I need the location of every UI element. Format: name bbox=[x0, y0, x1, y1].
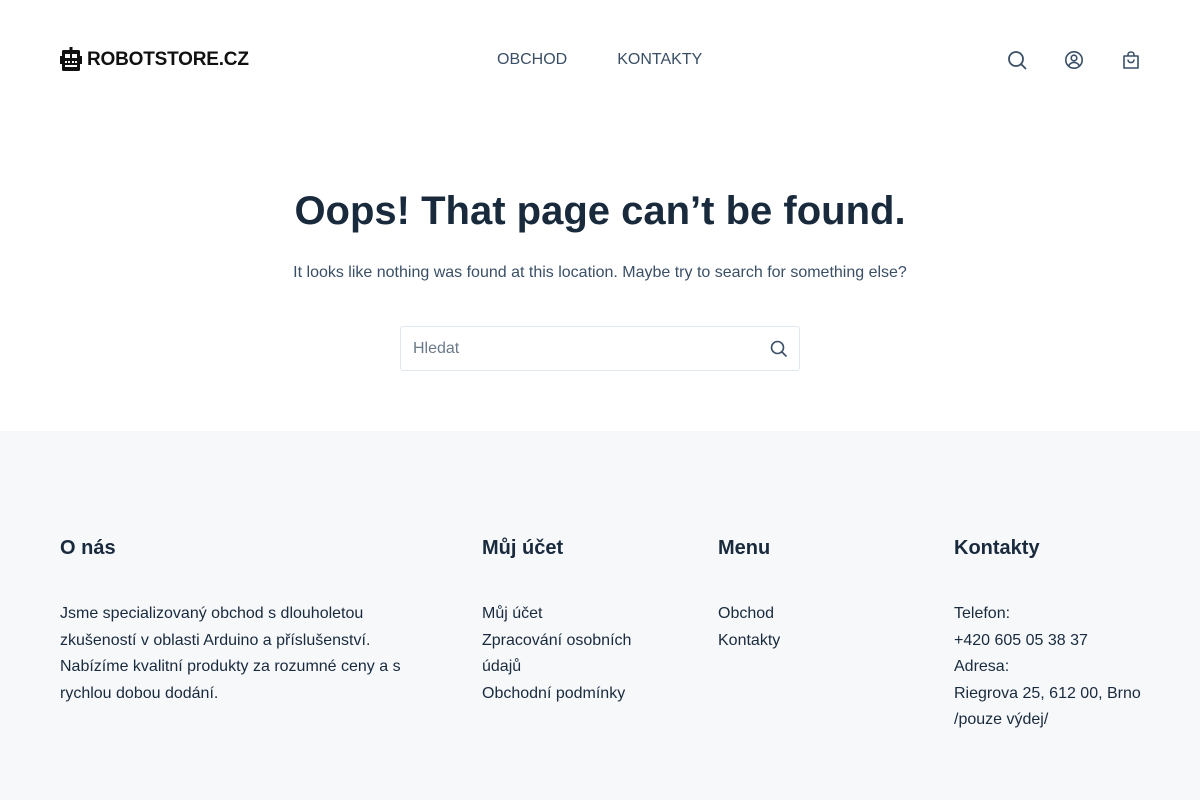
site-footer: O nás Jsme specializovaný obchod s dlouh… bbox=[0, 431, 1200, 800]
main-nav: OBCHOD KONTAKTY bbox=[472, 49, 727, 71]
footer-about-text: Jsme specializovaný obchod s dlouholetou… bbox=[60, 605, 401, 702]
search-form bbox=[400, 326, 800, 371]
error-content: Oops! That page can’t be found. It looks… bbox=[0, 120, 1200, 431]
footer-contacts-body: Telefon: +420 605 05 38 37 Adresa: Riegr… bbox=[954, 601, 1144, 734]
site-header: ROBOTSTORE.CZ OBCHOD KONTAKTY bbox=[0, 0, 1200, 120]
robot-logo-icon bbox=[60, 47, 82, 71]
logo-text: ROBOTSTORE.CZ bbox=[87, 49, 249, 70]
footer-account-links: Můj účet Zpracování osobních údajů Obcho… bbox=[482, 601, 662, 707]
phone-number[interactable]: +420 605 05 38 37 bbox=[954, 628, 1144, 655]
footer-menu-links: Obchod Kontakty bbox=[718, 601, 898, 654]
page-title: Oops! That page can’t be found. bbox=[294, 189, 906, 233]
footer-contacts-heading: Kontakty bbox=[954, 537, 1040, 559]
site-logo[interactable]: ROBOTSTORE.CZ bbox=[60, 47, 249, 72]
search-input[interactable] bbox=[401, 327, 751, 370]
address-text: Riegrova 25, 612 00, Brno bbox=[954, 684, 1141, 702]
nav-item-obchod[interactable]: OBCHOD bbox=[472, 49, 592, 71]
footer-link-obchod[interactable]: Obchod bbox=[718, 601, 898, 628]
page-subtitle: It looks like nothing was found at this … bbox=[293, 264, 907, 281]
phone-label: Telefon: bbox=[954, 605, 1011, 622]
account-icon[interactable] bbox=[1064, 50, 1084, 70]
search-icon[interactable] bbox=[1007, 50, 1027, 70]
address-note: /pouze výdej/ bbox=[954, 711, 1049, 728]
footer-account-heading: Můj účet bbox=[482, 537, 564, 559]
footer-link-muj-ucet[interactable]: Můj účet bbox=[482, 601, 662, 628]
footer-menu-heading: Menu bbox=[718, 537, 771, 559]
footer-link-kontakty[interactable]: Kontakty bbox=[718, 628, 898, 655]
search-button[interactable] bbox=[770, 340, 787, 357]
footer-link-obchodni-podminky[interactable]: Obchodní podmínky bbox=[482, 681, 662, 708]
address-label: Adresa: bbox=[954, 658, 1010, 675]
footer-link-zpracovani-udaju[interactable]: Zpracování osobních údajů bbox=[482, 628, 662, 681]
search-icon bbox=[770, 340, 787, 357]
cart-icon[interactable] bbox=[1121, 50, 1141, 70]
nav-item-kontakty[interactable]: KONTAKTY bbox=[592, 49, 727, 71]
footer-about-heading: O nás bbox=[60, 537, 116, 559]
header-icons bbox=[970, 50, 1141, 70]
